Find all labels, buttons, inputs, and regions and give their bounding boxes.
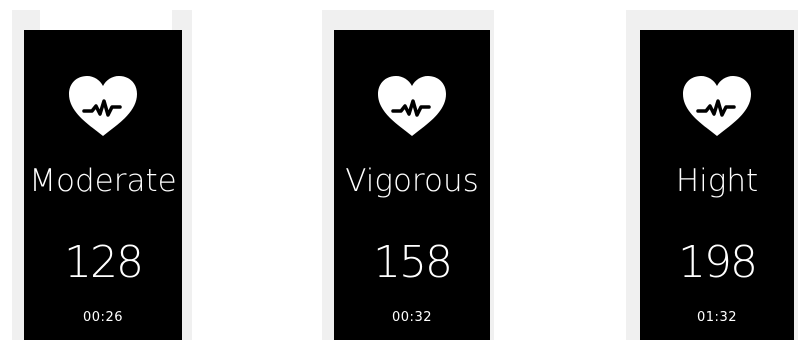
background-white-gap-center [494,10,626,340]
zone-label: Vigorous [345,163,479,199]
heart-pulse-icon [69,76,137,136]
heart-pulse-icon [378,76,446,136]
zone-label: Hight [675,163,759,199]
bpm-value: 128 [64,237,144,288]
heart-rate-zone-card-vigorous[interactable]: Vigorous 158 00:32 [334,30,490,340]
bpm-value: 158 [373,237,453,288]
duration-value: 00:26 [83,310,123,325]
heart-rate-zone-card-moderate[interactable]: Moderate 128 00:26 [24,30,182,340]
zone-label: Moderate [29,163,177,199]
duration-value: 01:32 [697,310,737,325]
heart-rate-zone-card-hight[interactable]: Hight 198 01:32 [640,30,794,340]
heart-pulse-icon [683,76,751,136]
background-white-gap-left [40,10,172,30]
duration-value: 00:32 [392,310,432,325]
bpm-value: 198 [678,237,758,288]
